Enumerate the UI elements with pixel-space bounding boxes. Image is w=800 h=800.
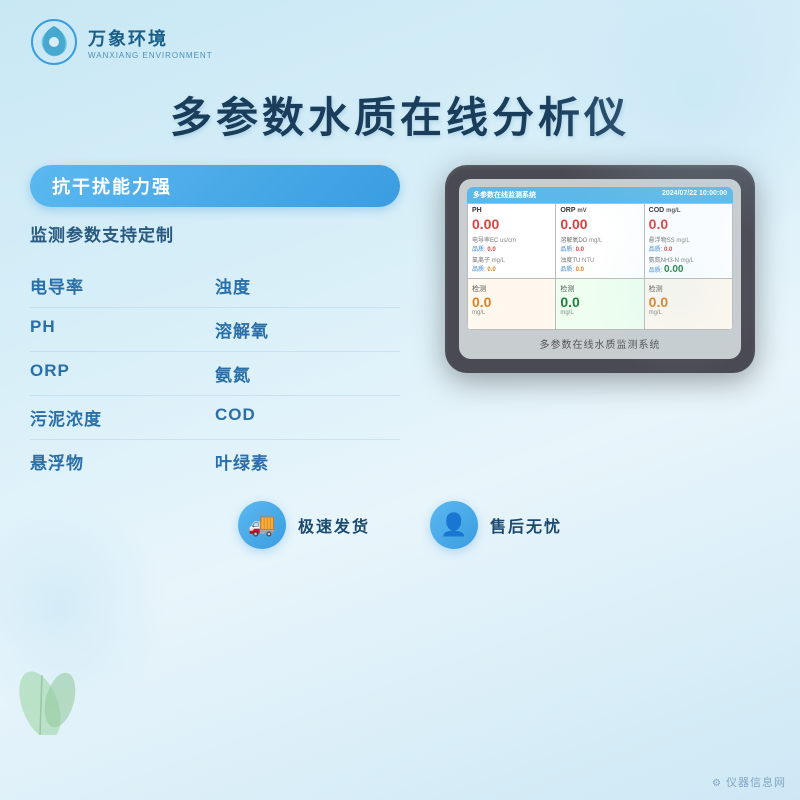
- cell-value-orp: 0.00: [560, 216, 639, 233]
- sub-tag: 监测参数支持定制: [30, 221, 400, 246]
- bottom-item-service: 👤 售后无忧: [430, 501, 562, 549]
- device-screen-wrap: 多参数在线监测系统 2024/07/22 10:00:00 PH 0.00 电导…: [459, 179, 741, 359]
- cell-sub-tu-val: 品质: 0.0: [560, 264, 639, 273]
- device-screen: 多参数在线监测系统 2024/07/22 10:00:00 PH 0.00 电导…: [467, 187, 733, 330]
- param-item: 浊度: [215, 264, 400, 308]
- bottom-bar: 🚚 极速发货 👤 售后无忧: [0, 483, 800, 559]
- cell2-label-a: 检测: [472, 284, 551, 294]
- device-body: 多参数在线监测系统 2024/07/22 10:00:00 PH 0.00 电导…: [445, 165, 755, 373]
- param-item: 悬浮物: [30, 440, 215, 483]
- cell-sub-ec-val: 品质: 0.0: [472, 244, 551, 253]
- cell-param-orp: ORP mV: [560, 207, 639, 214]
- bottom-item-shipping: 🚚 极速发货: [238, 501, 370, 549]
- cell-sub-nh3-val: 品质: 0.00: [649, 264, 728, 275]
- brand-name-cn: 万象环境: [88, 25, 213, 51]
- cell2-value-c: 0.0: [649, 294, 728, 310]
- cell-value-ph: 0.00: [472, 216, 551, 233]
- content-area: 抗干扰能力强 监测参数支持定制 电导率 浊度 PH 溶解氧 ORP 氨氮 污泥浓…: [0, 165, 800, 483]
- param-item: 氨氮: [215, 352, 400, 396]
- shipping-icon: 🚚: [238, 501, 286, 549]
- footer-watermark: ⚙ 仪器信息网: [712, 774, 786, 790]
- cell-label-cl: 氯离子 mg/L: [472, 255, 551, 264]
- param-item: ORP: [30, 352, 215, 396]
- cell-param-ph: PH: [472, 207, 551, 214]
- screen-header: 多参数在线监测系统 2024/07/22 10:00:00: [467, 187, 733, 203]
- cell-label-tu: 浊度TU NTU: [560, 255, 639, 264]
- screen-cell-cod: COD mg/L 0.0 悬浮物SS mg/L 品质: 0.0 氨氮NH3-N …: [645, 204, 732, 278]
- header: 万象环境 WANXIANG ENVIRONMENT: [0, 0, 800, 74]
- screen-cell2-b: 检测 0.0 mg/L: [556, 279, 643, 329]
- screen-cell2-c: 检测 0.0 mg/L: [645, 279, 732, 329]
- watermark-text: 仪器信息网: [726, 777, 786, 789]
- logo-icon: [30, 18, 78, 66]
- cell-label-do: 溶解氧DO mg/L: [560, 235, 639, 244]
- cell-sub-ss-val: 品质: 0.0: [649, 244, 728, 253]
- cell2-label-c: 检测: [649, 284, 728, 294]
- cell-label-nh3: 氨氮NH3-N mg/L: [649, 255, 728, 264]
- screen-cell-orp: ORP mV 0.00 溶解氧DO mg/L 品质: 0.0 浊度TU NTU …: [556, 204, 643, 278]
- highlight-tag: 抗干扰能力强: [30, 165, 400, 207]
- cell2-unit-a: mg/L: [472, 310, 551, 316]
- service-label: 售后无忧: [490, 513, 562, 537]
- screen-cell2-a: 检测 0.0 mg/L: [468, 279, 555, 329]
- right-panel: 多参数在线监测系统 2024/07/22 10:00:00 PH 0.00 电导…: [430, 165, 770, 373]
- service-icon: 👤: [430, 501, 478, 549]
- cell-param-cod: COD mg/L: [649, 207, 728, 214]
- cell2-unit-b: mg/L: [560, 310, 639, 316]
- param-item: 溶解氧: [215, 308, 400, 352]
- param-item: PH: [30, 308, 215, 352]
- screen-grid-row1: PH 0.00 电导率EC us/cm 品质: 0.0 氯离子 mg/L 品质:…: [467, 203, 733, 279]
- cell-label-ss: 悬浮物SS mg/L: [649, 235, 728, 244]
- watermark-icon: ⚙: [712, 778, 722, 789]
- left-panel: 抗干扰能力强 监测参数支持定制 电导率 浊度 PH 溶解氧 ORP 氨氮 污泥浓…: [30, 165, 400, 483]
- screen-title: 多参数在线监测系统: [473, 190, 536, 200]
- page-title: 多参数水质在线分析仪: [0, 74, 800, 165]
- device-label: 多参数在线水质监测系统: [467, 336, 733, 351]
- leaf-decoration: [10, 645, 90, 740]
- param-item: 污泥浓度: [30, 396, 215, 440]
- cell-label-ec: 电导率EC us/cm: [472, 235, 551, 244]
- param-item: 叶绿素: [215, 440, 400, 483]
- param-item: COD: [215, 396, 400, 440]
- cell-sub-cl-val: 品质: 0.0: [472, 264, 551, 273]
- brand-name-en: WANXIANG ENVIRONMENT: [88, 51, 213, 60]
- cell2-label-b: 检测: [560, 284, 639, 294]
- screen-grid-row2: 检测 0.0 mg/L 检测 0.0 mg/L 检测 0.0 mg/L: [467, 279, 733, 330]
- logo-text: 万象环境 WANXIANG ENVIRONMENT: [88, 25, 213, 60]
- param-grid: 电导率 浊度 PH 溶解氧 ORP 氨氮 污泥浓度 COD 悬浮物 叶绿素: [30, 264, 400, 483]
- cell-sub-do-val: 品质: 0.0: [560, 244, 639, 253]
- cell2-value-a: 0.0: [472, 294, 551, 310]
- screen-datetime: 2024/07/22 10:00:00: [662, 190, 727, 200]
- screen-cell-ph: PH 0.00 电导率EC us/cm 品质: 0.0 氯离子 mg/L 品质:…: [468, 204, 555, 278]
- cell-value-cod: 0.0: [649, 216, 728, 233]
- param-item: 电导率: [30, 264, 215, 308]
- shipping-label: 极速发货: [298, 513, 370, 537]
- cell2-unit-c: mg/L: [649, 310, 728, 316]
- cell2-value-b: 0.0: [560, 294, 639, 310]
- logo-wrap: 万象环境 WANXIANG ENVIRONMENT: [30, 18, 213, 66]
